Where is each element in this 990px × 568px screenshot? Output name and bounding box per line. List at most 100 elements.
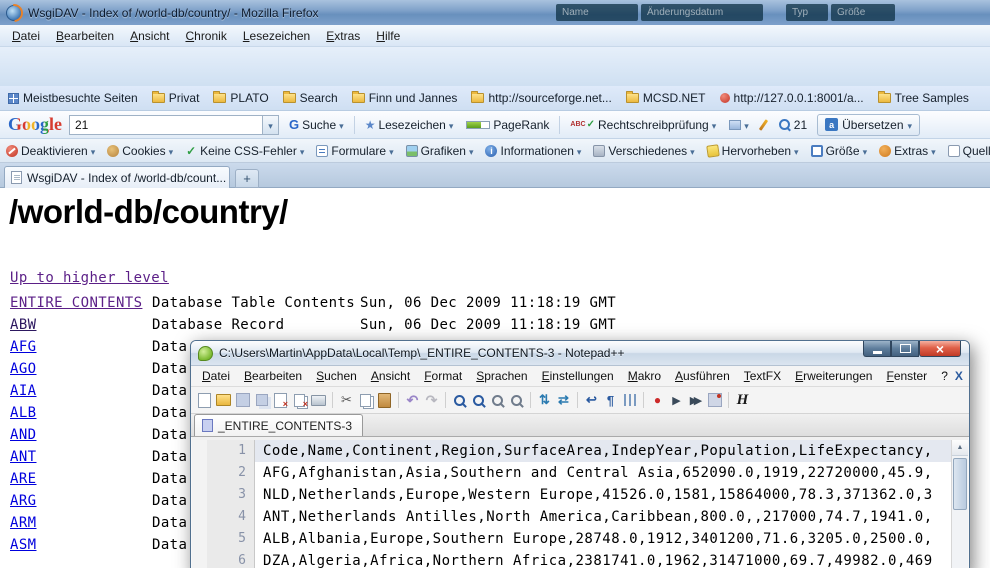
run-macro-multiple-icon[interactable] xyxy=(687,392,704,409)
close-all-icon[interactable] xyxy=(291,392,308,409)
scroll-up-arrow[interactable] xyxy=(952,440,968,456)
sidewiki-button[interactable] xyxy=(726,118,752,132)
find-icon[interactable] xyxy=(451,392,468,409)
pagerank-widget[interactable]: PageRank xyxy=(463,118,552,132)
text-editor[interactable]: Code,Name,Continent,Region,SurfaceArea,I… xyxy=(255,440,951,568)
replace-icon[interactable] xyxy=(470,392,487,409)
menu-hilfe[interactable]: Hilfe xyxy=(368,26,408,46)
menu-bearbeiten[interactable]: Bearbeiten xyxy=(48,26,122,46)
listing-link[interactable]: ARM xyxy=(10,515,152,531)
cut-icon[interactable] xyxy=(338,392,355,409)
save-macro-icon[interactable] xyxy=(706,392,723,409)
npp-menu-suchen[interactable]: Suchen xyxy=(309,367,364,385)
npp-menu-ansicht[interactable]: Ansicht xyxy=(364,367,417,385)
webdev-hervorheben[interactable]: Hervorheben xyxy=(707,144,799,158)
document-tab[interactable]: _ENTIRE_CONTENTS-3 xyxy=(194,414,363,436)
listing-link[interactable]: ARE xyxy=(10,471,152,487)
bookmark-search[interactable]: Search xyxy=(283,91,338,105)
word-find-button[interactable]: 21 xyxy=(775,118,810,132)
indent-guide-icon[interactable] xyxy=(621,392,638,409)
npp-menu-ausfuehren[interactable]: Ausführen xyxy=(668,367,737,385)
google-search-button[interactable]: Suche xyxy=(286,117,347,132)
vertical-scrollbar[interactable] xyxy=(951,440,968,568)
bookmark-privat[interactable]: Privat xyxy=(152,91,200,105)
webdev-informationen[interactable]: Informationen xyxy=(485,144,581,158)
npp-menu-sprachen[interactable]: Sprachen xyxy=(469,367,534,385)
html-preview-icon[interactable] xyxy=(734,392,751,409)
search-history-dropdown[interactable] xyxy=(262,116,278,134)
print-file-icon[interactable] xyxy=(310,392,327,409)
bookmark-sourceforge[interactable]: http://sourceforge.net... xyxy=(471,91,611,105)
paste-icon[interactable] xyxy=(376,392,393,409)
record-macro-icon[interactable] xyxy=(649,392,666,409)
listing-link[interactable]: AFG xyxy=(10,339,152,355)
menu-extras[interactable]: Extras xyxy=(318,26,368,46)
npp-menu-erweiterungen[interactable]: Erweiterungen xyxy=(788,367,879,385)
webdev-css[interactable]: Keine CSS-Fehler xyxy=(185,144,304,158)
listing-link[interactable]: ASM xyxy=(10,537,152,553)
sync-horizontal-icon[interactable] xyxy=(555,392,572,409)
menu-chronik[interactable]: Chronik xyxy=(177,26,234,46)
webdev-extras[interactable]: Extras xyxy=(879,144,936,158)
menu-ansicht[interactable]: Ansicht xyxy=(122,26,177,46)
webdev-groesse[interactable]: Größe xyxy=(811,144,868,158)
listing-link[interactable]: AND xyxy=(10,427,152,443)
webdev-grafiken[interactable]: Grafiken xyxy=(406,144,474,158)
bookmark-margin[interactable] xyxy=(192,440,207,568)
minimize-button[interactable] xyxy=(863,341,891,357)
save-icon[interactable] xyxy=(234,392,251,409)
listing-link[interactable]: ARG xyxy=(10,493,152,509)
listing-link[interactable]: AGO xyxy=(10,361,152,377)
npp-menu-makro[interactable]: Makro xyxy=(621,367,668,385)
npp-menu-datei[interactable]: Datei xyxy=(195,367,237,385)
zoom-out-icon[interactable] xyxy=(508,392,525,409)
npp-menu-close-x[interactable]: X xyxy=(955,369,971,383)
undo-icon[interactable] xyxy=(404,392,421,409)
menu-lesezeichen[interactable]: Lesezeichen xyxy=(235,26,318,46)
open-file-icon[interactable] xyxy=(215,392,232,409)
notepadpp-titlebar[interactable]: C:\Users\Martin\AppData\Local\Temp\_ENTI… xyxy=(191,341,969,366)
npp-menu-bearbeiten[interactable]: Bearbeiten xyxy=(237,367,309,385)
bookmark-tree-samples[interactable]: Tree Samples xyxy=(878,91,969,105)
bookmark-meistbesuchte-seiten[interactable]: Meistbesuchte Seiten xyxy=(8,91,138,105)
google-search-input[interactable] xyxy=(70,118,262,132)
bookmark-finn-und-jannes[interactable]: Finn und Jannes xyxy=(352,91,458,105)
listing-link[interactable]: ENTIRE CONTENTS xyxy=(10,295,152,311)
zoom-in-icon[interactable] xyxy=(489,392,506,409)
copy-icon[interactable] xyxy=(357,392,374,409)
sync-vertical-icon[interactable] xyxy=(536,392,553,409)
google-search-box[interactable] xyxy=(69,115,279,135)
show-all-characters-icon[interactable] xyxy=(602,392,619,409)
listing-link[interactable]: ALB xyxy=(10,405,152,421)
webdev-quelltext[interactable]: Quellte xyxy=(948,144,990,158)
new-file-icon[interactable] xyxy=(196,392,213,409)
redo-icon[interactable] xyxy=(423,392,440,409)
webdev-deaktivieren[interactable]: Deaktivieren xyxy=(6,144,95,158)
npp-menu-textfx[interactable]: TextFX xyxy=(737,367,788,385)
save-all-icon[interactable] xyxy=(253,392,270,409)
menu-datei[interactable]: Datei xyxy=(4,26,48,46)
firefox-titlebar[interactable]: WsgiDAV - Index of /world-db/country/ - … xyxy=(0,0,990,25)
up-to-higher-level-link[interactable]: Up to higher level xyxy=(10,270,169,286)
webdev-cookies[interactable]: Cookies xyxy=(107,144,173,158)
play-macro-icon[interactable] xyxy=(668,392,685,409)
bookmark-plato[interactable]: PLATO xyxy=(213,91,268,105)
npp-menu-help[interactable]: ? xyxy=(934,367,955,385)
highlighter-button[interactable] xyxy=(759,119,768,131)
listing-link[interactable]: ANT xyxy=(10,449,152,465)
close-file-icon[interactable] xyxy=(272,392,289,409)
spellcheck-button[interactable]: Rechtschreibprüfung xyxy=(567,118,719,132)
npp-menu-einstellungen[interactable]: Einstellungen xyxy=(535,367,621,385)
bookmark-mcsd-net[interactable]: MCSD.NET xyxy=(626,91,706,105)
google-bookmarks-button[interactable]: Lesezeichen xyxy=(362,118,457,132)
npp-menu-fenster[interactable]: Fenster xyxy=(879,367,934,385)
scrollbar-thumb[interactable] xyxy=(953,458,967,510)
listing-link[interactable]: ABW xyxy=(10,317,152,333)
listing-link[interactable]: AIA xyxy=(10,383,152,399)
close-button[interactable] xyxy=(919,341,961,357)
maximize-button[interactable] xyxy=(891,341,919,357)
word-wrap-icon[interactable] xyxy=(583,392,600,409)
tab-wsgidav[interactable]: WsgiDAV - Index of /world-db/count... xyxy=(4,166,230,188)
webdev-verschiedenes[interactable]: Verschiedenes xyxy=(593,144,694,158)
translate-button[interactable]: Übersetzen xyxy=(817,114,920,136)
